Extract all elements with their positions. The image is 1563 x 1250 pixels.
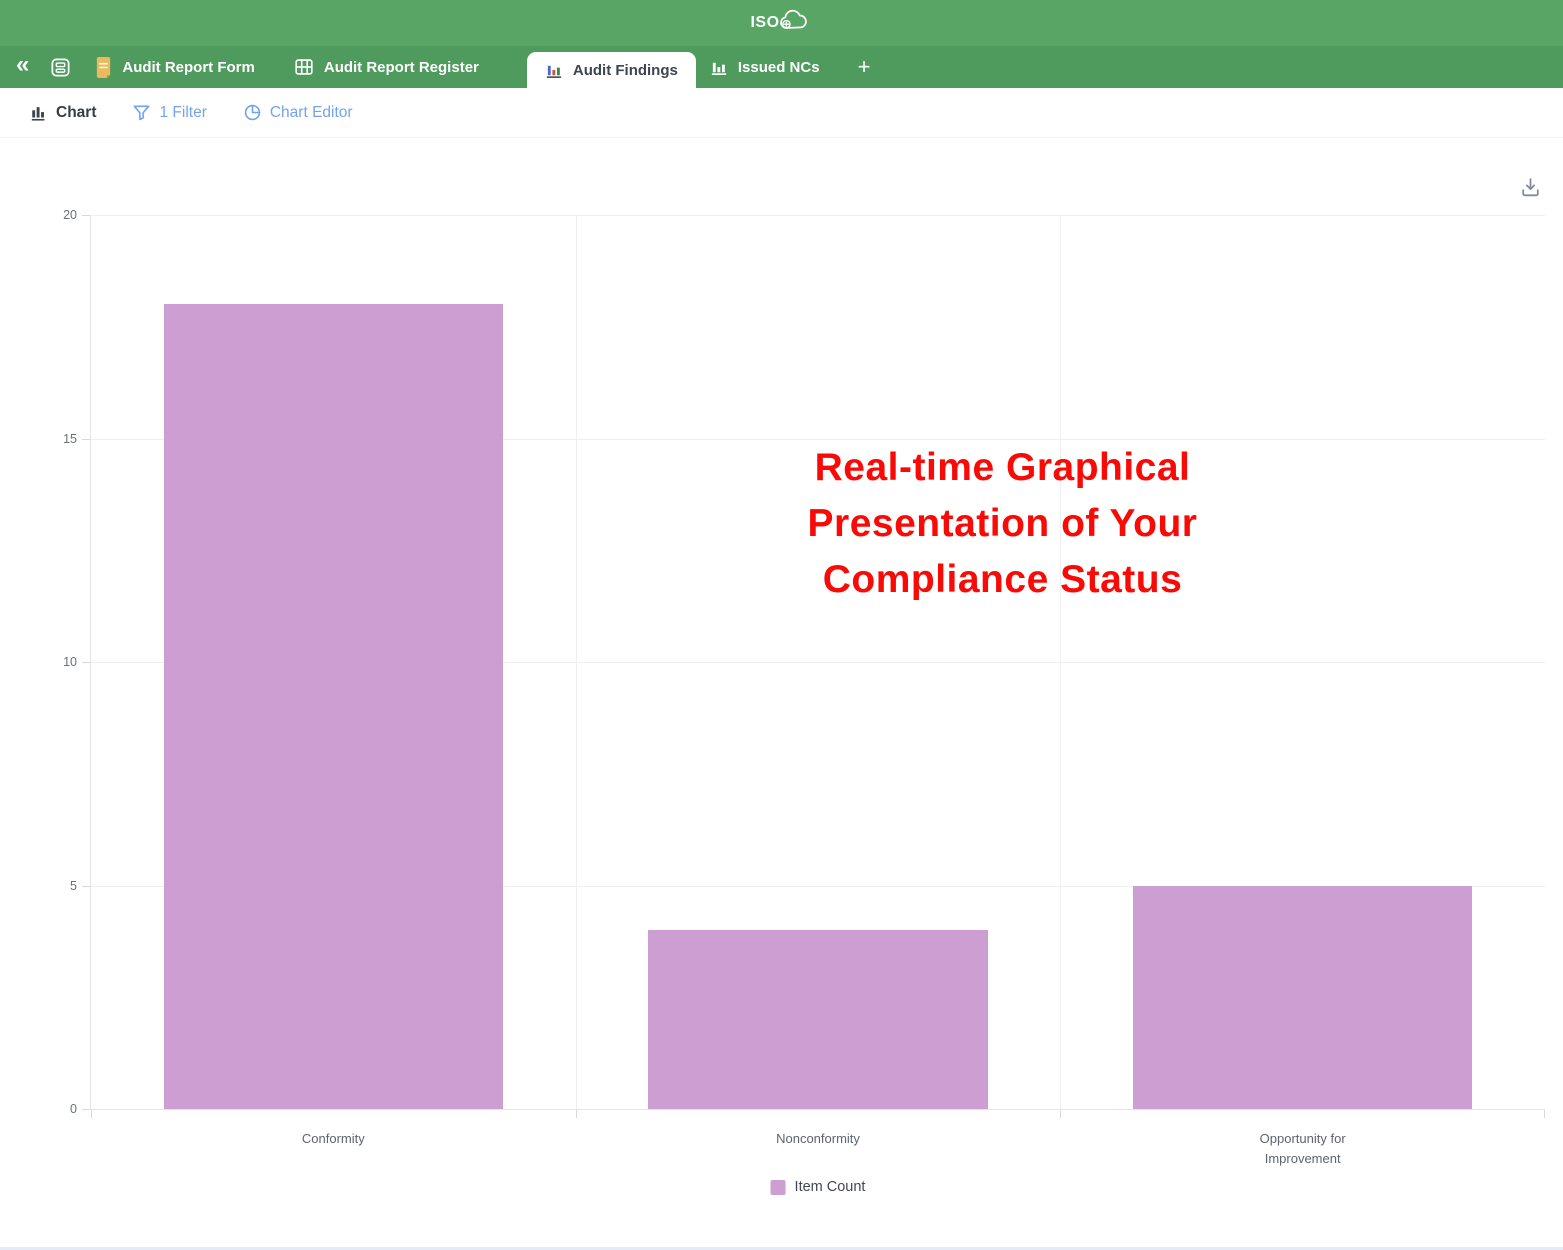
chart-legend: Item Count (771, 1179, 866, 1195)
bar-chart-icon (710, 58, 729, 77)
y-axis-tick-label: 15 (45, 431, 77, 447)
x-axis-label: Conformity (302, 1129, 365, 1149)
cloud-plus-icon (777, 7, 813, 35)
bar-nonconformity[interactable] (648, 930, 987, 1109)
y-axis-tick (82, 886, 90, 887)
bar-conformity[interactable] (164, 304, 503, 1109)
tab-audit-findings[interactable]: Audit Findings (527, 52, 696, 88)
funnel-icon (132, 103, 151, 122)
tab-issued-ncs[interactable]: Issued NCs (700, 46, 830, 88)
form-view-button[interactable] (49, 56, 72, 79)
y-axis-tick (82, 215, 90, 216)
x-axis-tick (91, 1110, 92, 1118)
bar-opportunity-for-improvement[interactable] (1133, 886, 1472, 1110)
y-axis-tick-label: 20 (45, 207, 77, 223)
bar-chart-icon (545, 61, 564, 80)
v-gridline (576, 215, 577, 1109)
x-axis-label: Opportunity for Improvement (1240, 1129, 1365, 1169)
y-axis-tick (82, 1109, 90, 1110)
collapse-sidebar-button[interactable]: « (16, 53, 29, 77)
document-icon (94, 56, 113, 79)
y-axis-tick (82, 662, 90, 663)
chart-view-label: Chart (56, 104, 96, 122)
x-axis-tick (1544, 1110, 1545, 1118)
y-axis-tick-label: 10 (45, 654, 77, 670)
y-axis-tick (82, 439, 90, 440)
tab-label: Issued NCs (738, 59, 820, 76)
form-icon (49, 56, 72, 79)
tab-audit-report-register[interactable]: Audit Report Register (283, 46, 489, 88)
h-gridline (91, 215, 1545, 216)
legend-swatch (771, 1180, 786, 1195)
tab-label: Audit Findings (573, 62, 678, 79)
chart-editor-label: Chart Editor (270, 104, 353, 122)
filter-label: 1 Filter (159, 104, 206, 122)
view-toolbar: Chart 1 Filter Chart Editor (0, 88, 1563, 138)
x-axis-tick (576, 1110, 577, 1118)
y-axis-tick-label: 0 (45, 1101, 77, 1117)
download-icon (1518, 175, 1543, 200)
app-window: ISO « Audit Report Form (0, 0, 1563, 1250)
app-header: ISO (0, 0, 1563, 46)
pie-chart-icon (243, 103, 262, 122)
logo-text: ISO (750, 14, 779, 32)
bar-chart-plot: Item Count 05101520ConformityNonconformi… (90, 215, 1545, 1110)
v-gridline (1060, 215, 1061, 1109)
legend-label: Item Count (795, 1179, 866, 1195)
chart-editor-button[interactable]: Chart Editor (243, 103, 353, 122)
table-grid-icon (293, 56, 315, 78)
tab-bar: « Audit Report Form (0, 46, 1563, 88)
filter-button[interactable]: 1 Filter (132, 103, 206, 122)
download-button[interactable] (1518, 175, 1543, 205)
chart-view-button[interactable]: Chart (30, 104, 96, 122)
tab-label: Audit Report Form (122, 59, 255, 76)
tab-audit-report-form[interactable]: Audit Report Form (84, 46, 265, 88)
add-tab-button[interactable]: + (858, 56, 871, 78)
x-axis-label: Nonconformity (776, 1129, 860, 1149)
iso-logo: ISO (750, 11, 812, 35)
bar-chart-icon (30, 104, 48, 122)
y-axis-tick-label: 5 (45, 878, 77, 894)
x-axis-tick (1060, 1110, 1061, 1118)
tab-label: Audit Report Register (324, 59, 479, 76)
